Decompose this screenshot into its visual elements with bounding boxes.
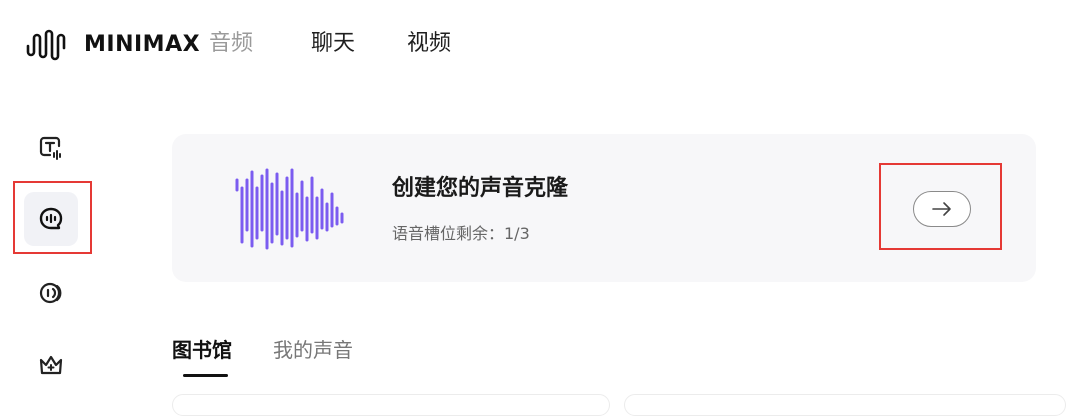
voice-clone-icon (39, 207, 63, 230)
tab-library[interactable]: 图书馆 (172, 336, 232, 364)
top-nav: 音频 聊天 视频 (209, 28, 451, 60)
sidebar-audio-broadcast[interactable] (24, 266, 78, 320)
clone-card-title: 创建您的声音克隆 (392, 176, 569, 201)
logo-text: MINIMAX (84, 31, 201, 57)
library-card[interactable] (624, 394, 1066, 416)
nav-video[interactable]: 视频 (407, 28, 451, 60)
tab-my-voices[interactable]: 我的声音 (273, 336, 353, 364)
audio-broadcast-icon (39, 282, 62, 304)
sidebar-premium[interactable] (24, 338, 78, 392)
waveform-icon (235, 168, 344, 250)
create-clone-arrow-button[interactable] (913, 191, 971, 227)
sidebar-text-to-speech[interactable] (24, 120, 78, 174)
tab-active-indicator (183, 374, 228, 377)
text-to-speech-icon (39, 136, 61, 160)
crown-icon (39, 355, 63, 375)
nav-audio[interactable]: 音频 (209, 28, 253, 60)
library-card[interactable] (172, 394, 610, 416)
nav-chat[interactable]: 聊天 (311, 28, 355, 60)
voice-slots-remaining: 语音槽位剩余：1/3 (392, 224, 530, 243)
minimax-logo-icon (26, 29, 66, 61)
arrow-right-icon (932, 202, 951, 216)
logo[interactable]: MINIMAX (24, 24, 200, 64)
sidebar-voice-clone[interactable] (24, 192, 78, 246)
